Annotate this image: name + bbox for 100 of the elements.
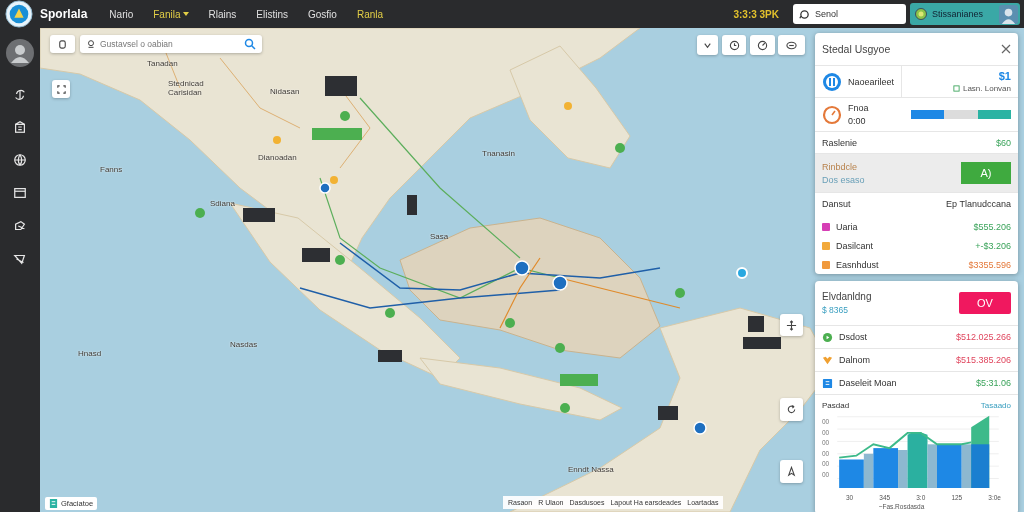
- panel-icon[interactable]: [13, 186, 27, 200]
- app-icon: [822, 71, 842, 92]
- row-label: Uaria: [836, 221, 859, 232]
- row-value: $3355.596: [968, 259, 1011, 270]
- move-icon: [786, 319, 797, 331]
- map-label: Stednicad Carisidan: [168, 80, 205, 98]
- map-pin[interactable]: [675, 288, 685, 298]
- map-label: Nasdas: [230, 341, 258, 350]
- panel-title: Elvdanldng: [822, 291, 872, 302]
- map-pin[interactable]: [615, 143, 625, 153]
- locate-button[interactable]: [780, 460, 803, 483]
- map-pin[interactable]: [385, 308, 395, 318]
- map-label: Sdiana: [210, 200, 235, 209]
- map-label: Dianoadan: [258, 154, 297, 163]
- row-label: Dasilcant: [836, 240, 874, 251]
- nav-link[interactable]: Nario: [109, 6, 134, 22]
- map-search-field[interactable]: Gustavsel o oabian: [80, 35, 262, 53]
- vehicle-marker[interactable]: [658, 406, 678, 420]
- globe-icon[interactable]: [13, 153, 27, 167]
- panel-title: Stedal Usgyoe: [822, 43, 891, 55]
- logo-icon[interactable]: [5, 0, 33, 28]
- expand-icon: [55, 83, 67, 95]
- history-button[interactable]: [722, 35, 746, 55]
- gauge-icon: [822, 104, 842, 125]
- close-icon[interactable]: [1001, 44, 1011, 54]
- map-label: Tanadan: [147, 60, 178, 69]
- clock-text: 3:3:3 3PK: [733, 8, 779, 20]
- nav-link[interactable]: Fanila: [153, 6, 189, 22]
- navigation-icon: [786, 466, 797, 477]
- row-value: $515.385.206: [955, 355, 1011, 365]
- map-pin[interactable]: [330, 176, 338, 184]
- nav-link[interactable]: Gosfio: [308, 6, 337, 22]
- pan-button[interactable]: [780, 314, 803, 336]
- row-label: Raslenie: [822, 137, 858, 148]
- stat-value: $1: [998, 70, 1011, 82]
- map-pin[interactable]: [564, 102, 572, 110]
- vehicle-marker[interactable]: [378, 350, 402, 362]
- user-name: Stissanianes: [932, 9, 985, 19]
- map-label: Sasa: [430, 233, 449, 242]
- clock-icon: [728, 39, 740, 51]
- collapse-button[interactable]: [697, 35, 718, 55]
- speed-button[interactable]: [750, 35, 775, 55]
- caret-icon: [182, 12, 189, 16]
- row-label: Daseleit Moan: [839, 378, 898, 388]
- minus-icon: [786, 39, 797, 51]
- search-icon: [244, 38, 256, 50]
- row-value: $555.206: [973, 221, 1011, 232]
- app-title: Sporlala: [40, 7, 88, 21]
- avatar-icon[interactable]: [999, 4, 1018, 24]
- map-label: Hnasd: [78, 350, 102, 359]
- map-label: Enndt Nassa: [568, 466, 614, 475]
- chart-title: Pasdad: [822, 401, 850, 410]
- map-pin[interactable]: [273, 136, 281, 144]
- vehicle-marker[interactable]: [743, 337, 781, 349]
- vehicle-marker[interactable]: [325, 76, 357, 96]
- gauge-icon: [757, 39, 768, 51]
- search-field[interactable]: Senol: [793, 4, 906, 24]
- profile-avatar[interactable]: [5, 38, 35, 68]
- action-button[interactable]: OV: [959, 292, 1011, 314]
- map-pin[interactable]: [505, 318, 515, 328]
- location-pin[interactable]: [693, 421, 707, 435]
- row-value: $5:31.06: [975, 378, 1011, 388]
- map-label: Fanns: [100, 166, 123, 175]
- map-pin[interactable]: [340, 111, 350, 121]
- location-pin[interactable]: [319, 182, 331, 194]
- map-pin[interactable]: [555, 343, 565, 353]
- row-value: Ep Tlanudccana: [946, 198, 1011, 209]
- edit-icon[interactable]: [13, 219, 27, 233]
- map-pin[interactable]: [195, 208, 205, 218]
- row-label: Fnoa: [848, 103, 870, 113]
- user-menu[interactable]: Stissanianes: [910, 3, 1020, 25]
- fullscreen-button[interactable]: [52, 80, 70, 98]
- vehicle-marker[interactable]: [748, 316, 764, 332]
- time-text: 0:00: [848, 116, 867, 126]
- vehicle-marker[interactable]: [302, 248, 330, 262]
- building-icon[interactable]: [13, 120, 27, 134]
- row-label: Rinbdcle: [822, 161, 859, 172]
- search-icon: [799, 8, 810, 20]
- refresh-button[interactable]: [780, 398, 803, 421]
- location-pin[interactable]: [514, 260, 530, 276]
- layers-button[interactable]: [50, 35, 75, 53]
- location-pin[interactable]: [552, 275, 568, 291]
- nav-link[interactable]: Rlains: [208, 6, 237, 22]
- sync-icon[interactable]: [13, 87, 27, 101]
- vehicle-marker[interactable]: [243, 208, 275, 222]
- vehicle-marker[interactable]: [407, 195, 417, 215]
- map-pin[interactable]: [335, 255, 345, 265]
- nav-link[interactable]: Ranla: [356, 6, 384, 22]
- map-pin[interactable]: [560, 403, 570, 413]
- zoom-out-button[interactable]: [778, 35, 805, 55]
- map-label: Nidasan: [270, 88, 300, 97]
- current-location-dot: [736, 267, 748, 279]
- map-label: Tnanasin: [482, 150, 515, 159]
- row-caption: Dos esaso: [822, 174, 865, 185]
- nav-link[interactable]: Elistins: [256, 6, 288, 22]
- row-value: $512.025.266: [955, 332, 1011, 342]
- panel-subtitle: $ 8365: [822, 305, 849, 315]
- status-icon: [915, 8, 927, 20]
- row-value: $60: [995, 137, 1011, 148]
- row-label: Dalnom: [839, 355, 871, 365]
